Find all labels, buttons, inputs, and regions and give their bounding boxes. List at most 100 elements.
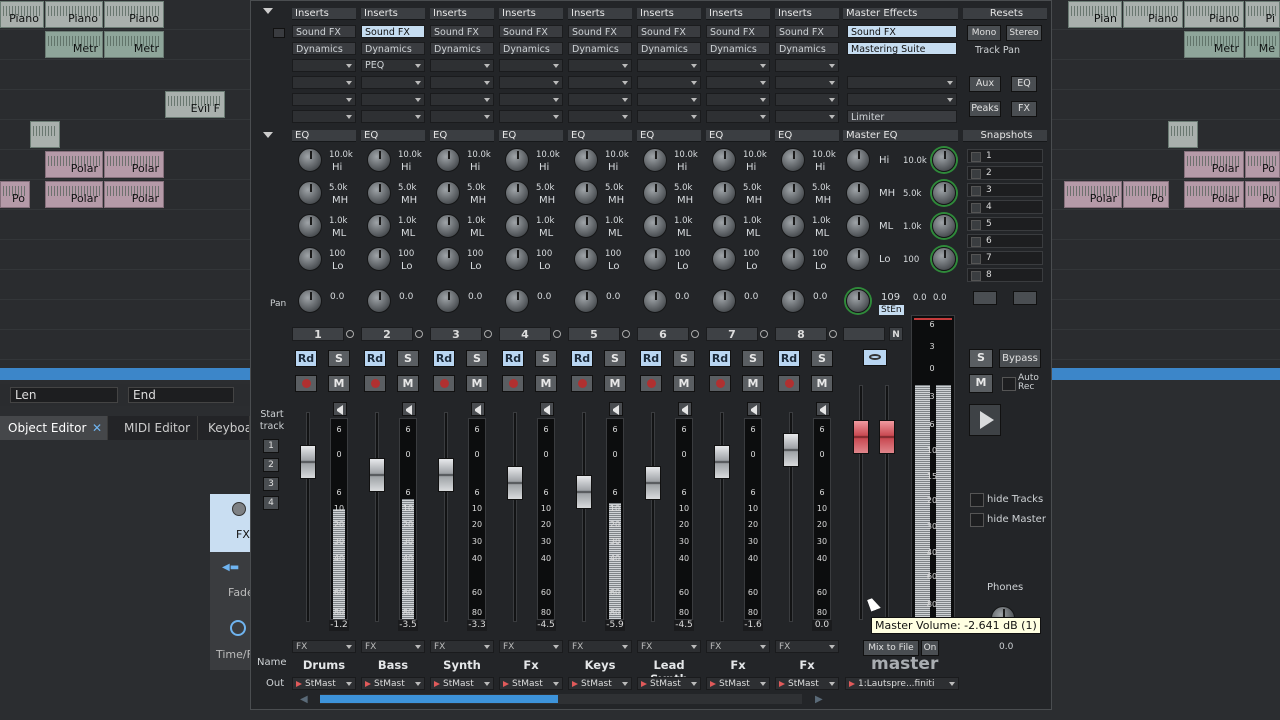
insert-slot-empty[interactable] (361, 93, 425, 106)
eq-knob[interactable] (643, 247, 667, 271)
channel-link-icon[interactable] (829, 330, 837, 338)
insert-slot-2[interactable]: Dynamics (361, 42, 425, 55)
mute-button[interactable]: M (466, 375, 488, 392)
knob-icon[interactable] (232, 502, 246, 516)
start-track-button[interactable]: 4 (263, 496, 279, 510)
insert-slot-2[interactable]: Dynamics (292, 42, 356, 55)
solo-button[interactable]: S (328, 350, 350, 367)
insert-slot-1[interactable]: Sound FX (775, 25, 839, 38)
record-button[interactable] (502, 375, 524, 392)
insert-slot-empty[interactable] (706, 93, 770, 106)
eq-knob[interactable] (505, 181, 529, 205)
eq-knob[interactable] (643, 214, 667, 238)
eq-knob[interactable] (574, 148, 598, 172)
snapshot-slot[interactable]: 4 (967, 200, 1043, 214)
insert-slot-empty[interactable] (430, 110, 494, 123)
pan-knob[interactable] (298, 289, 322, 313)
pan-knob[interactable] (574, 289, 598, 313)
record-ready-button[interactable]: Rd (640, 350, 662, 367)
insert-slot-1[interactable]: Sound FX (499, 25, 563, 38)
insert-slot-3[interactable] (499, 59, 563, 72)
record-ready-button[interactable]: Rd (433, 350, 455, 367)
fx-select[interactable]: FX (430, 640, 494, 653)
master-eq-gain-knob[interactable] (846, 214, 870, 238)
auto-rec-checkbox[interactable] (1002, 377, 1016, 391)
channel-link-icon[interactable] (760, 330, 768, 338)
eq-knob[interactable] (367, 181, 391, 205)
fx-select[interactable]: FX (637, 640, 701, 653)
record-ready-button[interactable]: Rd (778, 350, 800, 367)
insert-slot-empty[interactable] (775, 110, 839, 123)
eq-knob[interactable] (505, 247, 529, 271)
pan-knob[interactable] (505, 289, 529, 313)
save-icon[interactable] (1013, 291, 1037, 305)
insert-slot-2[interactable]: Dynamics (637, 42, 701, 55)
eq-knob[interactable] (712, 181, 736, 205)
master-fader-left[interactable] (853, 420, 869, 454)
speaker-icon[interactable] (747, 402, 761, 416)
volume-fader[interactable] (438, 458, 454, 492)
insert-slot-1[interactable]: Sound FX (568, 25, 632, 38)
output-select[interactable]: StMast (361, 677, 425, 690)
insert-slot-empty[interactable] (775, 93, 839, 106)
arrow-icon[interactable]: ◀▬ (222, 562, 239, 573)
master-eq-freq-knob[interactable] (932, 247, 956, 271)
snapshot-slot[interactable]: 7 (967, 251, 1043, 265)
record-button[interactable] (778, 375, 800, 392)
arranger-clip[interactable]: Polar (1064, 181, 1122, 208)
insert-slot-3[interactable] (292, 59, 356, 72)
eq-knob[interactable] (712, 247, 736, 271)
eq-knob[interactable] (367, 247, 391, 271)
volume-fader[interactable] (300, 445, 316, 479)
arranger-clip[interactable]: Metr (1184, 31, 1244, 58)
eq-knob[interactable] (298, 247, 322, 271)
stereo-enhancer-button[interactable]: StEn (879, 305, 904, 315)
insert-slot-1[interactable]: Sound FX (292, 25, 356, 38)
master-eq-freq-knob[interactable] (932, 214, 956, 238)
insert-slot-3[interactable] (706, 59, 770, 72)
insert-slot-empty[interactable] (637, 110, 701, 123)
insert-slot-2[interactable]: Dynamics (706, 42, 770, 55)
insert-slot-2[interactable]: Dynamics (499, 42, 563, 55)
bypass-button[interactable]: Bypass (999, 349, 1041, 368)
record-button[interactable] (640, 375, 662, 392)
pan-knob[interactable] (367, 289, 391, 313)
eq-knob[interactable] (574, 247, 598, 271)
insert-slot-1[interactable]: Sound FX (361, 25, 425, 38)
close-icon[interactable]: ✕ (92, 416, 102, 440)
minus-icon[interactable] (273, 28, 285, 38)
peaks-button[interactable]: Peaks (969, 101, 1001, 117)
eq-knob[interactable] (367, 214, 391, 238)
master-effect-empty[interactable] (847, 76, 957, 89)
speaker-icon[interactable] (402, 402, 416, 416)
eq-knob[interactable] (505, 214, 529, 238)
stereo-button[interactable]: Stereo (1006, 25, 1042, 41)
fx-select[interactable]: FX (499, 640, 563, 653)
speaker-icon[interactable] (333, 402, 347, 416)
insert-slot-empty[interactable] (361, 110, 425, 123)
record-button[interactable] (433, 375, 455, 392)
insert-slot-empty[interactable] (430, 76, 494, 89)
eq-knob[interactable] (436, 148, 460, 172)
eq-knob[interactable] (574, 181, 598, 205)
record-ready-button[interactable]: Rd (295, 350, 317, 367)
insert-slot-3[interactable] (568, 59, 632, 72)
arranger-clip[interactable]: Evil F (165, 91, 225, 118)
eq-knob[interactable] (643, 181, 667, 205)
eq-knob[interactable] (367, 148, 391, 172)
snapshot-slot[interactable]: 1 (967, 149, 1043, 163)
arranger-clip[interactable] (1168, 121, 1198, 148)
arranger-clip[interactable]: Po (1245, 181, 1280, 208)
insert-slot-empty[interactable] (706, 76, 770, 89)
n-button[interactable]: N (889, 327, 903, 341)
record-ready-button[interactable]: Rd (502, 350, 524, 367)
insert-slot-empty[interactable] (292, 93, 356, 106)
snapshot-slot[interactable]: 2 (967, 166, 1043, 180)
eq-knob[interactable] (436, 247, 460, 271)
solo-button[interactable]: S (742, 350, 764, 367)
solo-button[interactable]: S (604, 350, 626, 367)
collapse-eq-icon[interactable] (263, 132, 273, 138)
output-select[interactable]: StMast (775, 677, 839, 690)
len-field[interactable]: Len (10, 387, 118, 403)
pan-knob[interactable] (781, 289, 805, 313)
